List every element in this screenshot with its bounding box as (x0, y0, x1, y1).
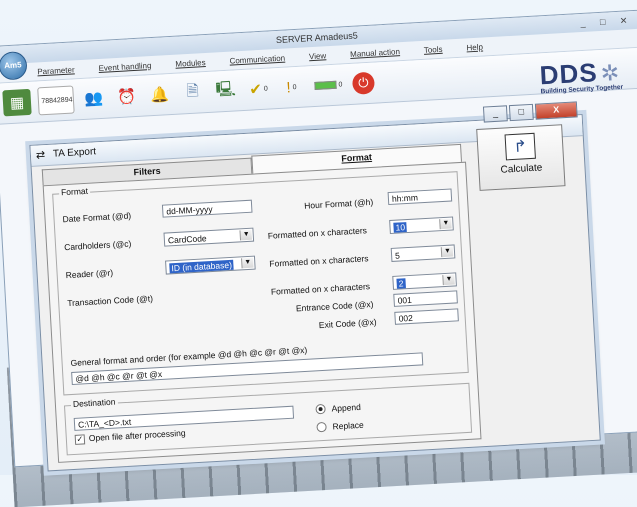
maximize-button[interactable]: □ (508, 103, 534, 122)
tab-format-label: Format (341, 151, 373, 164)
format-tab-panel: Format Date Format (@d) dd-MM-yyyy Hour … (42, 161, 482, 463)
open-after-checkbox[interactable]: ✓ (74, 434, 86, 445)
menu-help[interactable]: Help (466, 42, 483, 52)
calculate-arrow-icon: ↱ (504, 132, 536, 161)
entrance-code-input[interactable]: 001 (393, 290, 458, 307)
card-reader-button[interactable]: 78842894 (37, 85, 75, 116)
status-count: 0 (338, 80, 343, 89)
power-icon[interactable]: ⏻ (351, 71, 376, 95)
append-label: Append (331, 401, 362, 414)
dialog-window-controls: _ □ X (482, 101, 578, 123)
date-format-input[interactable]: dd-MM-yyyy (161, 199, 253, 218)
format-legend: Format (58, 185, 91, 198)
reader-chars-select[interactable]: 5 ▼ (390, 244, 456, 262)
chevron-down-icon[interactable]: ▼ (439, 218, 452, 230)
replace-label: Replace (332, 419, 364, 432)
destination-group: Destination C:\TA_<D>.txt ✓ Open file af… (63, 382, 473, 456)
ok-count: 0 (263, 85, 269, 93)
card-counter-label: 78842894 (41, 96, 73, 105)
reader-chars-label: Formatted on x characters (269, 253, 369, 269)
date-format-label: Date Format (@d) (62, 210, 132, 225)
app-title: SERVER Amadeus5 (275, 30, 359, 46)
entrance-code-label: Entrance Code (@x) (295, 299, 374, 314)
transaction-chars-label: Formatted on x characters (270, 281, 371, 297)
format-group: Format Date Format (@d) dd-MM-yyyy Hour … (52, 171, 469, 396)
users-icon[interactable]: 👥 (80, 85, 107, 112)
cardholders-chars-select[interactable]: 10 ▼ (389, 216, 454, 235)
cardholders-chars-label: Formatted on x characters (267, 225, 368, 241)
hour-format-input[interactable]: hh:mm (387, 188, 453, 206)
transaction-chars-select[interactable]: 2 ▼ (392, 272, 457, 290)
reader-value: ID (in database) (169, 259, 235, 274)
ok-events-icon[interactable]: ✔ 0 (245, 75, 272, 102)
transaction-chars-value: 2 (396, 278, 406, 289)
bell-icon[interactable]: 🔔 (146, 81, 173, 108)
menu-parameter[interactable]: Parameter (37, 65, 75, 76)
ta-export-dialog: ⇄ TA Export _ □ X Filters Format Format … (29, 101, 601, 472)
map-icon[interactable]: ▦ (2, 88, 32, 117)
menu-event-handling[interactable]: Event handling (98, 61, 151, 73)
close-button[interactable]: X (534, 101, 578, 120)
minimize-button[interactable]: _ (482, 105, 508, 123)
chevron-down-icon[interactable]: ▼ (440, 246, 454, 258)
status-bar-icon[interactable]: 0 (311, 71, 346, 99)
menu-modules[interactable]: Modules (175, 58, 206, 69)
warning-events-icon[interactable]: ! 0 (278, 74, 305, 101)
calculate-label: Calculate (500, 162, 543, 176)
destination-legend: Destination (70, 396, 118, 410)
main-window-controls[interactable]: _ □ ✕ (580, 11, 634, 32)
warn-count: 0 (292, 83, 297, 91)
reader-chars-value: 5 (394, 250, 401, 261)
dds-star-icon: ✲ (599, 59, 620, 86)
menu-communication[interactable]: Communication (229, 53, 285, 65)
alarm-clock-icon[interactable]: ⏰ (113, 83, 140, 110)
exit-code-label: Exit Code (@x) (318, 316, 377, 331)
reader-label: Reader (@r) (65, 267, 114, 281)
calculate-button[interactable]: ↱ Calculate (476, 124, 566, 191)
dds-brand-logo: DDS ✲ Building Security Together (539, 56, 623, 95)
hour-format-label: Hour Format (@h) (303, 196, 374, 211)
reader-select[interactable]: ID (in database) ▼ (165, 255, 256, 275)
chevron-down-icon[interactable]: ▼ (241, 257, 254, 269)
menu-manual-action[interactable]: Manual action (350, 47, 400, 59)
tab-filters-label: Filters (133, 165, 161, 178)
cardholders-chars-value: 10 (393, 222, 408, 233)
screenshot-stage: SERVER Amadeus5 _ □ ✕ Am5 Parameter Even… (0, 0, 637, 507)
cardholders-label: Cardholders (@c) (63, 238, 132, 253)
cardholders-select[interactable]: CardCode ▼ (163, 227, 255, 247)
document-icon[interactable]: 🗎 (179, 79, 206, 106)
dialog-title: TA Export (52, 146, 97, 160)
append-radio[interactable] (315, 403, 326, 415)
menu-view[interactable]: View (309, 51, 327, 61)
transaction-code-label: Transaction Code (@t) (66, 293, 154, 309)
menu-tools[interactable]: Tools (424, 44, 443, 54)
main-window: SERVER Amadeus5 _ □ ✕ Am5 Parameter Even… (0, 9, 637, 472)
computer-icon[interactable]: 🖳 (212, 77, 239, 104)
cardholders-value: CardCode (167, 233, 207, 246)
replace-radio[interactable] (316, 421, 327, 433)
chevron-down-icon[interactable]: ▼ (239, 229, 253, 241)
chevron-down-icon[interactable]: ▼ (442, 274, 455, 286)
exit-code-input[interactable]: 002 (394, 308, 459, 325)
export-window-icon: ⇄ (35, 149, 46, 162)
